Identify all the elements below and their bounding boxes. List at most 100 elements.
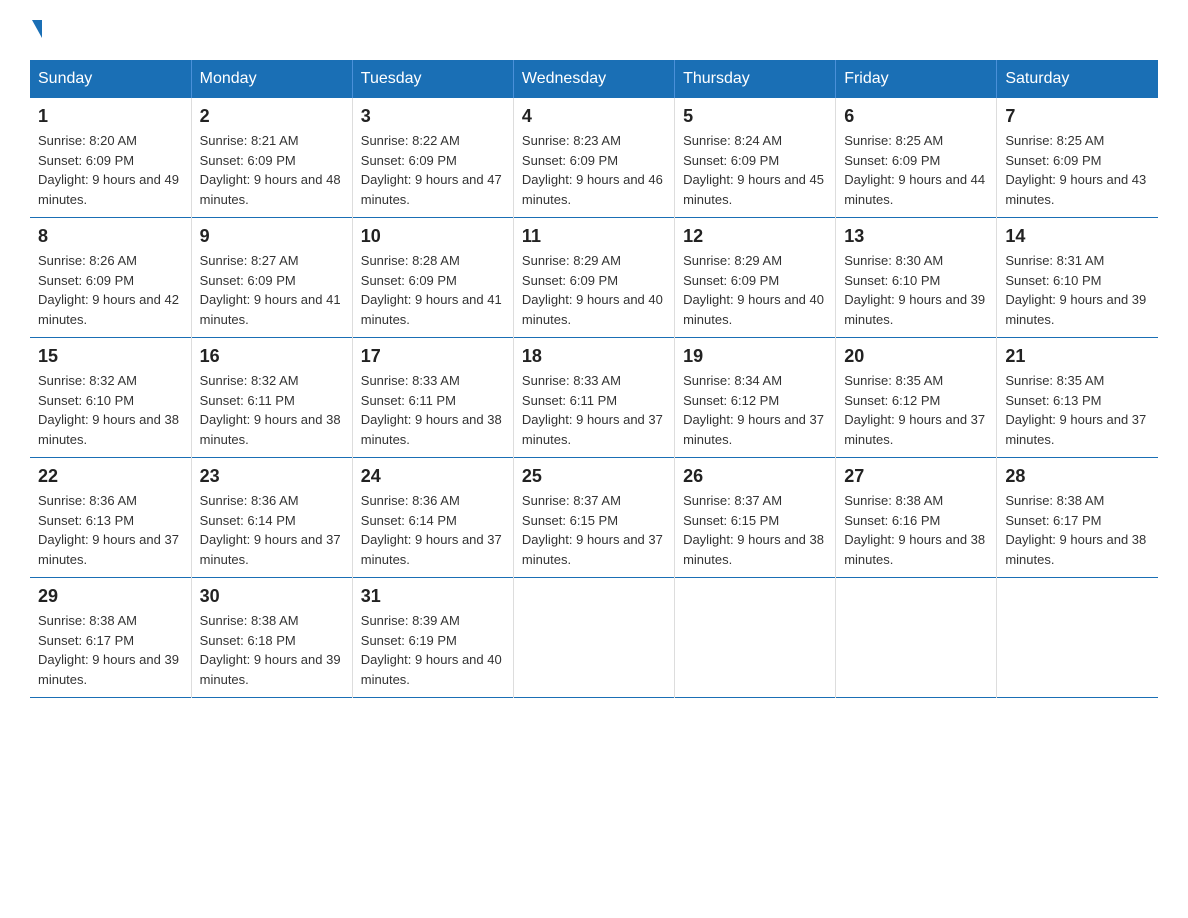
day-info: Sunrise: 8:32 AM Sunset: 6:11 PM Dayligh… [200,371,344,449]
day-of-week-header: Wednesday [513,60,674,98]
calendar-week-row: 29 Sunrise: 8:38 AM Sunset: 6:17 PM Dayl… [30,578,1158,698]
day-info: Sunrise: 8:38 AM Sunset: 6:17 PM Dayligh… [38,611,183,689]
calendar-cell [836,578,997,698]
day-info: Sunrise: 8:25 AM Sunset: 6:09 PM Dayligh… [844,131,988,209]
day-number: 27 [844,466,988,487]
day-number: 21 [1005,346,1150,367]
calendar-cell: 6 Sunrise: 8:25 AM Sunset: 6:09 PM Dayli… [836,98,997,218]
calendar-cell: 9 Sunrise: 8:27 AM Sunset: 6:09 PM Dayli… [191,218,352,338]
day-info: Sunrise: 8:34 AM Sunset: 6:12 PM Dayligh… [683,371,827,449]
day-number: 14 [1005,226,1150,247]
day-info: Sunrise: 8:36 AM Sunset: 6:14 PM Dayligh… [361,491,505,569]
day-number: 24 [361,466,505,487]
day-number: 9 [200,226,344,247]
calendar-cell: 24 Sunrise: 8:36 AM Sunset: 6:14 PM Dayl… [352,458,513,578]
day-number: 15 [38,346,183,367]
calendar-cell: 28 Sunrise: 8:38 AM Sunset: 6:17 PM Dayl… [997,458,1158,578]
calendar-cell: 10 Sunrise: 8:28 AM Sunset: 6:09 PM Dayl… [352,218,513,338]
day-info: Sunrise: 8:25 AM Sunset: 6:09 PM Dayligh… [1005,131,1150,209]
day-number: 20 [844,346,988,367]
calendar-cell: 20 Sunrise: 8:35 AM Sunset: 6:12 PM Dayl… [836,338,997,458]
logo [30,20,42,40]
day-info: Sunrise: 8:31 AM Sunset: 6:10 PM Dayligh… [1005,251,1150,329]
day-info: Sunrise: 8:20 AM Sunset: 6:09 PM Dayligh… [38,131,183,209]
day-number: 23 [200,466,344,487]
day-of-week-header: Saturday [997,60,1158,98]
calendar-week-row: 8 Sunrise: 8:26 AM Sunset: 6:09 PM Dayli… [30,218,1158,338]
day-info: Sunrise: 8:21 AM Sunset: 6:09 PM Dayligh… [200,131,344,209]
day-of-week-header: Friday [836,60,997,98]
day-info: Sunrise: 8:39 AM Sunset: 6:19 PM Dayligh… [361,611,505,689]
calendar-cell: 11 Sunrise: 8:29 AM Sunset: 6:09 PM Dayl… [513,218,674,338]
day-info: Sunrise: 8:32 AM Sunset: 6:10 PM Dayligh… [38,371,183,449]
day-info: Sunrise: 8:36 AM Sunset: 6:13 PM Dayligh… [38,491,183,569]
day-of-week-header: Monday [191,60,352,98]
day-number: 6 [844,106,988,127]
day-info: Sunrise: 8:33 AM Sunset: 6:11 PM Dayligh… [522,371,666,449]
day-number: 4 [522,106,666,127]
calendar-cell: 22 Sunrise: 8:36 AM Sunset: 6:13 PM Dayl… [30,458,191,578]
day-info: Sunrise: 8:36 AM Sunset: 6:14 PM Dayligh… [200,491,344,569]
calendar-cell: 21 Sunrise: 8:35 AM Sunset: 6:13 PM Dayl… [997,338,1158,458]
calendar-cell: 7 Sunrise: 8:25 AM Sunset: 6:09 PM Dayli… [997,98,1158,218]
calendar-cell: 13 Sunrise: 8:30 AM Sunset: 6:10 PM Dayl… [836,218,997,338]
day-number: 13 [844,226,988,247]
calendar-cell: 16 Sunrise: 8:32 AM Sunset: 6:11 PM Dayl… [191,338,352,458]
calendar-cell: 23 Sunrise: 8:36 AM Sunset: 6:14 PM Dayl… [191,458,352,578]
calendar-cell: 19 Sunrise: 8:34 AM Sunset: 6:12 PM Dayl… [675,338,836,458]
day-number: 28 [1005,466,1150,487]
day-number: 1 [38,106,183,127]
day-of-week-header: Thursday [675,60,836,98]
day-info: Sunrise: 8:29 AM Sunset: 6:09 PM Dayligh… [683,251,827,329]
day-number: 25 [522,466,666,487]
calendar-cell: 25 Sunrise: 8:37 AM Sunset: 6:15 PM Dayl… [513,458,674,578]
logo-triangle-icon [32,20,42,38]
calendar-cell: 4 Sunrise: 8:23 AM Sunset: 6:09 PM Dayli… [513,98,674,218]
day-info: Sunrise: 8:38 AM Sunset: 6:16 PM Dayligh… [844,491,988,569]
day-number: 5 [683,106,827,127]
calendar-cell: 5 Sunrise: 8:24 AM Sunset: 6:09 PM Dayli… [675,98,836,218]
day-number: 3 [361,106,505,127]
calendar-cell: 8 Sunrise: 8:26 AM Sunset: 6:09 PM Dayli… [30,218,191,338]
day-of-week-header: Sunday [30,60,191,98]
calendar-cell [997,578,1158,698]
calendar-cell: 31 Sunrise: 8:39 AM Sunset: 6:19 PM Dayl… [352,578,513,698]
day-number: 29 [38,586,183,607]
day-info: Sunrise: 8:23 AM Sunset: 6:09 PM Dayligh… [522,131,666,209]
calendar-cell: 3 Sunrise: 8:22 AM Sunset: 6:09 PM Dayli… [352,98,513,218]
day-number: 19 [683,346,827,367]
calendar-cell: 12 Sunrise: 8:29 AM Sunset: 6:09 PM Dayl… [675,218,836,338]
calendar-cell: 14 Sunrise: 8:31 AM Sunset: 6:10 PM Dayl… [997,218,1158,338]
calendar-table: SundayMondayTuesdayWednesdayThursdayFrid… [30,60,1158,698]
day-number: 10 [361,226,505,247]
day-number: 30 [200,586,344,607]
day-number: 26 [683,466,827,487]
calendar-cell: 17 Sunrise: 8:33 AM Sunset: 6:11 PM Dayl… [352,338,513,458]
day-info: Sunrise: 8:24 AM Sunset: 6:09 PM Dayligh… [683,131,827,209]
calendar-week-row: 15 Sunrise: 8:32 AM Sunset: 6:10 PM Dayl… [30,338,1158,458]
calendar-cell: 30 Sunrise: 8:38 AM Sunset: 6:18 PM Dayl… [191,578,352,698]
day-of-week-header: Tuesday [352,60,513,98]
calendar-cell: 2 Sunrise: 8:21 AM Sunset: 6:09 PM Dayli… [191,98,352,218]
day-info: Sunrise: 8:29 AM Sunset: 6:09 PM Dayligh… [522,251,666,329]
calendar-cell: 18 Sunrise: 8:33 AM Sunset: 6:11 PM Dayl… [513,338,674,458]
day-info: Sunrise: 8:22 AM Sunset: 6:09 PM Dayligh… [361,131,505,209]
calendar-cell: 1 Sunrise: 8:20 AM Sunset: 6:09 PM Dayli… [30,98,191,218]
calendar-cell [513,578,674,698]
calendar-cell: 27 Sunrise: 8:38 AM Sunset: 6:16 PM Dayl… [836,458,997,578]
logo-general-text [30,20,42,40]
calendar-week-row: 22 Sunrise: 8:36 AM Sunset: 6:13 PM Dayl… [30,458,1158,578]
day-info: Sunrise: 8:27 AM Sunset: 6:09 PM Dayligh… [200,251,344,329]
day-info: Sunrise: 8:37 AM Sunset: 6:15 PM Dayligh… [683,491,827,569]
day-info: Sunrise: 8:38 AM Sunset: 6:18 PM Dayligh… [200,611,344,689]
day-info: Sunrise: 8:33 AM Sunset: 6:11 PM Dayligh… [361,371,505,449]
calendar-cell: 29 Sunrise: 8:38 AM Sunset: 6:17 PM Dayl… [30,578,191,698]
calendar-week-row: 1 Sunrise: 8:20 AM Sunset: 6:09 PM Dayli… [30,98,1158,218]
day-number: 16 [200,346,344,367]
day-info: Sunrise: 8:28 AM Sunset: 6:09 PM Dayligh… [361,251,505,329]
day-number: 17 [361,346,505,367]
day-number: 11 [522,226,666,247]
page-header [30,20,1158,40]
day-info: Sunrise: 8:26 AM Sunset: 6:09 PM Dayligh… [38,251,183,329]
day-number: 12 [683,226,827,247]
